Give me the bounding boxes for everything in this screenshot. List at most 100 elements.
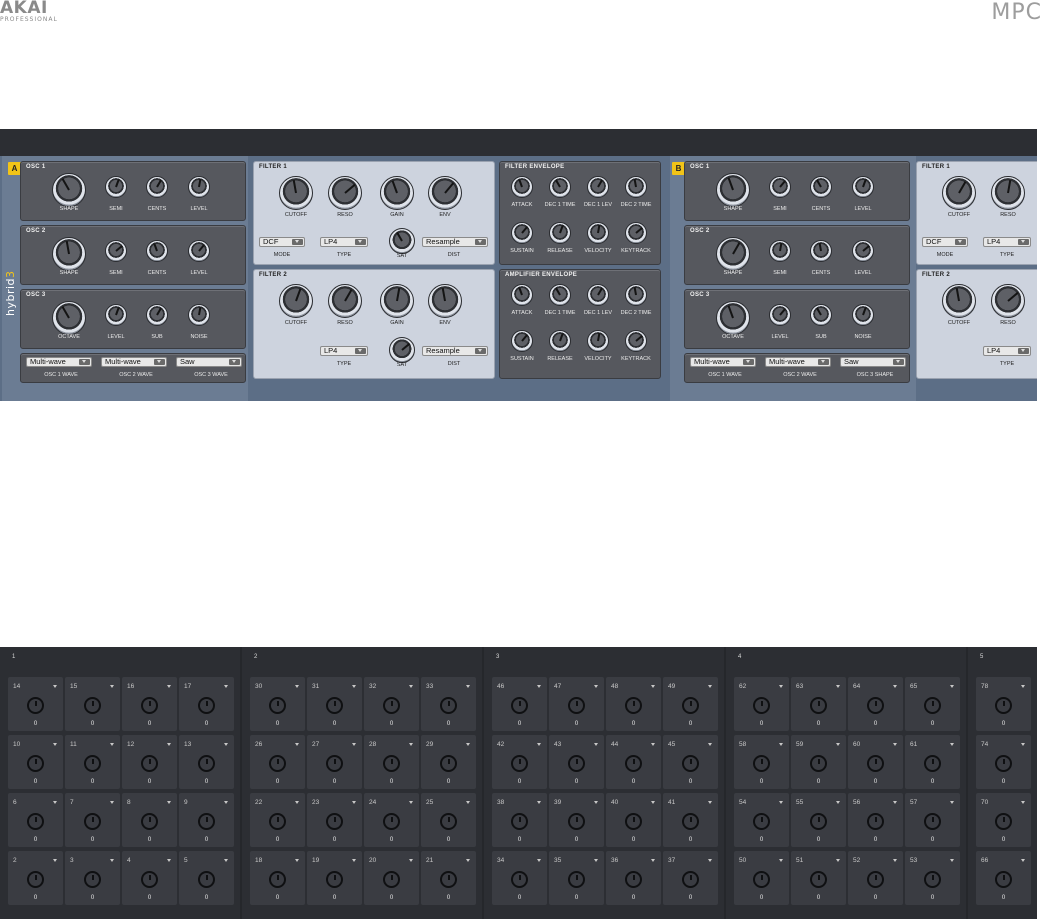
pad-level-knob[interactable] [84, 871, 101, 888]
chevron-down-icon[interactable] [352, 685, 356, 688]
pad-level-knob[interactable] [141, 813, 158, 830]
page-a-filter-env-r2-release-knob[interactable] [549, 222, 571, 244]
pad-level-knob[interactable] [198, 697, 215, 714]
chevron-down-icon[interactable] [537, 801, 541, 804]
page-a-amp-env-r2-sustain-knob[interactable] [511, 330, 533, 352]
page-a-filter1-env-knob[interactable] [428, 176, 462, 210]
pad-level-knob[interactable] [753, 697, 770, 714]
pad-level-knob[interactable] [810, 755, 827, 772]
pad-level-knob[interactable] [326, 813, 343, 830]
page-b-filter1-reso-knob[interactable] [991, 176, 1025, 210]
pad-level-knob[interactable] [511, 871, 528, 888]
chevron-down-icon[interactable] [1021, 743, 1025, 746]
pad-level-knob[interactable] [383, 813, 400, 830]
chevron-down-icon[interactable] [409, 859, 413, 862]
page-a-filter2-type-select[interactable]: LP4 [320, 346, 368, 356]
page-a-osc2-level-knob[interactable] [188, 240, 210, 262]
chevron-down-icon[interactable] [537, 685, 541, 688]
pad-level-knob[interactable] [383, 871, 400, 888]
chevron-down-icon[interactable] [708, 801, 712, 804]
pad-level-knob[interactable] [141, 871, 158, 888]
pad-level-knob[interactable] [269, 871, 286, 888]
chevron-down-icon[interactable] [224, 801, 228, 804]
pad-level-knob[interactable] [440, 697, 457, 714]
page-b-filter2-cutoff-knob[interactable] [942, 284, 976, 318]
page-a-amp-env-r2-velocity-knob[interactable] [587, 330, 609, 352]
pad-level-knob[interactable] [326, 871, 343, 888]
chevron-down-icon[interactable] [110, 859, 114, 862]
chevron-down-icon[interactable] [352, 743, 356, 746]
page-a-amp-env-r1-dec-2-time-knob[interactable] [625, 284, 647, 306]
pad-level-knob[interactable] [753, 813, 770, 830]
chevron-down-icon[interactable] [53, 801, 57, 804]
chevron-down-icon[interactable] [110, 801, 114, 804]
pad-level-knob[interactable] [568, 697, 585, 714]
page-a-osc1-level-knob[interactable] [188, 176, 210, 198]
pad-level-knob[interactable] [383, 755, 400, 772]
page-a-filter2-reso-knob[interactable] [328, 284, 362, 318]
pad-level-knob[interactable] [440, 871, 457, 888]
pad-level-knob[interactable] [810, 871, 827, 888]
chevron-down-icon[interactable] [537, 743, 541, 746]
pad-level-knob[interactable] [326, 697, 343, 714]
page-a-amp-env-r2-keytrack-knob[interactable] [625, 330, 647, 352]
page-a-filter1-mode-select[interactable]: DCF [259, 237, 305, 247]
pad-level-knob[interactable] [995, 697, 1012, 714]
pad-level-knob[interactable] [383, 697, 400, 714]
page-b-osc2-shape-knob[interactable] [716, 237, 750, 271]
pad-level-knob[interactable] [810, 697, 827, 714]
chevron-down-icon[interactable] [466, 859, 470, 862]
page-a-filter-env-r2-velocity-knob[interactable] [587, 222, 609, 244]
pad-level-knob[interactable] [511, 813, 528, 830]
chevron-down-icon[interactable] [836, 743, 840, 746]
chevron-down-icon[interactable] [352, 801, 356, 804]
page-b-filter1-mode-select[interactable]: DCF [922, 237, 968, 247]
page-a-filter1-reso-knob[interactable] [328, 176, 362, 210]
chevron-down-icon[interactable] [224, 743, 228, 746]
pad-level-knob[interactable] [625, 755, 642, 772]
chevron-down-icon[interactable] [167, 743, 171, 746]
chevron-down-icon[interactable] [167, 801, 171, 804]
chevron-down-icon[interactable] [53, 685, 57, 688]
page-b-osc1-cents-knob[interactable] [810, 176, 832, 198]
chevron-down-icon[interactable] [295, 801, 299, 804]
page-b-osc3-octave-knob[interactable] [716, 301, 750, 335]
chevron-down-icon[interactable] [893, 801, 897, 804]
pad-level-knob[interactable] [27, 755, 44, 772]
pad-level-knob[interactable] [84, 697, 101, 714]
chevron-down-icon[interactable] [53, 859, 57, 862]
chevron-down-icon[interactable] [893, 685, 897, 688]
page-a-osc2-wave-select[interactable]: Multi-wave [101, 357, 167, 367]
page-b-osc2-level-knob[interactable] [852, 240, 874, 262]
page-b-osc2-cents-knob[interactable] [810, 240, 832, 262]
chevron-down-icon[interactable] [1021, 801, 1025, 804]
pad-level-knob[interactable] [682, 813, 699, 830]
page-a-osc2-cents-knob[interactable] [146, 240, 168, 262]
chevron-down-icon[interactable] [836, 859, 840, 862]
page-b-osc1-wave-select[interactable]: Multi-wave [690, 357, 756, 367]
chevron-down-icon[interactable] [651, 743, 655, 746]
page-a-osc1-wave-select[interactable]: Multi-wave [26, 357, 92, 367]
chevron-down-icon[interactable] [466, 685, 470, 688]
chevron-down-icon[interactable] [295, 685, 299, 688]
pad-level-knob[interactable] [511, 697, 528, 714]
pad-level-knob[interactable] [924, 697, 941, 714]
page-a-filter2-dist-select[interactable]: Resample [422, 346, 488, 356]
chevron-down-icon[interactable] [224, 859, 228, 862]
pad-level-knob[interactable] [995, 871, 1012, 888]
page-a-filter2-gain-knob[interactable] [380, 284, 414, 318]
pad-level-knob[interactable] [269, 697, 286, 714]
page-b-osc3-wave-select[interactable]: Saw [840, 357, 906, 367]
page-b-osc3-level-knob[interactable] [769, 304, 791, 326]
chevron-down-icon[interactable] [1021, 685, 1025, 688]
pad-level-knob[interactable] [924, 813, 941, 830]
page-a-filter-env-r1-dec-2-time-knob[interactable] [625, 176, 647, 198]
pad-level-knob[interactable] [27, 813, 44, 830]
pad-level-knob[interactable] [269, 813, 286, 830]
pad-level-knob[interactable] [867, 871, 884, 888]
chevron-down-icon[interactable] [708, 743, 712, 746]
page-a-filter1-dist-select[interactable]: Resample [422, 237, 488, 247]
chevron-down-icon[interactable] [295, 859, 299, 862]
chevron-down-icon[interactable] [466, 743, 470, 746]
pad-level-knob[interactable] [753, 755, 770, 772]
